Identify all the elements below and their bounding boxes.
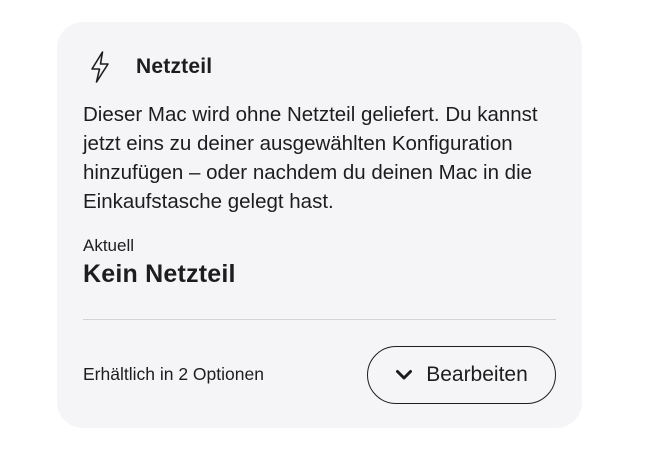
edit-button-label: Bearbeiten [426, 363, 528, 386]
current-value: Kein Netzteil [83, 260, 236, 288]
chevron-down-icon [395, 369, 426, 381]
card-title: Netzteil [136, 55, 213, 78]
card-description: Dieser Mac wird ohne Netzteil geliefert.… [83, 103, 538, 213]
lightning-bolt-icon [87, 50, 113, 84]
divider [83, 319, 556, 320]
edit-button[interactable]: Bearbeiten [367, 346, 556, 404]
current-label: Aktuell [83, 236, 135, 255]
power-adapter-card: Netzteil Dieser Mac wird ohne Netzteil g… [57, 22, 582, 428]
card-header: Netzteil [87, 50, 212, 84]
availability-text: Erhältlich in 2 Optionen [83, 364, 264, 384]
